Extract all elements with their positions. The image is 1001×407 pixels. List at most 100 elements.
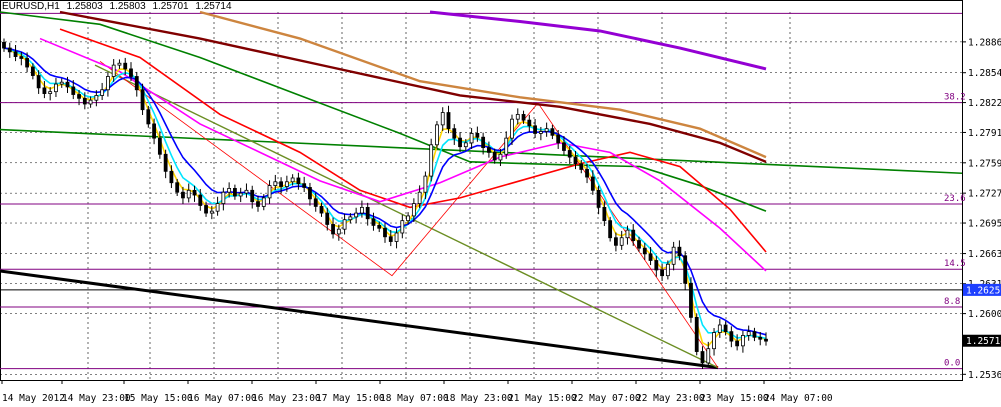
ma-yellow <box>3 47 767 347</box>
candle-body <box>694 317 699 352</box>
candle-body <box>134 76 139 91</box>
candle-body <box>515 114 520 120</box>
candle-body <box>371 218 376 226</box>
price-tick-label: 1.28540 <box>968 68 1001 79</box>
candle-body <box>146 109 151 125</box>
candle-body <box>36 75 41 89</box>
time-tick-label: 14 May 2012 <box>2 393 65 404</box>
candle-body <box>296 177 301 185</box>
candle-body <box>71 86 76 95</box>
candle-body <box>590 176 595 191</box>
candle-body <box>417 191 422 204</box>
candle-body <box>336 228 341 235</box>
candle-body <box>19 56 24 59</box>
time-tick-label: 18 May 23:00 <box>444 393 513 404</box>
time-tick-label: 22 May 07:00 <box>572 393 641 404</box>
time-tick-label: 16 May 07:00 <box>188 393 257 404</box>
candle-body <box>157 137 162 155</box>
candle-body <box>244 189 249 194</box>
chart-frame <box>0 0 963 381</box>
candle-body <box>354 212 359 218</box>
time-tick-label: 22 May 23:00 <box>636 393 705 404</box>
candle-body <box>123 62 128 70</box>
candle-body <box>700 351 705 364</box>
candle-body <box>510 118 514 139</box>
candle-body <box>729 331 734 342</box>
fib-level-label: 23.6 <box>944 194 966 204</box>
candle-body <box>140 89 145 111</box>
candle-body <box>284 181 289 187</box>
zigzag-line <box>99 60 719 368</box>
low-value: 1.25701 <box>152 1 189 12</box>
candle-body <box>279 181 283 187</box>
time-tick-label: 15 May 15:00 <box>124 393 193 404</box>
time-tick-label: 21 May 15:00 <box>508 393 577 404</box>
ma-magenta <box>39 37 767 272</box>
candle-body <box>106 76 110 91</box>
candle-body <box>504 137 509 155</box>
candle-body <box>556 134 561 144</box>
chart-grid <box>0 0 963 381</box>
candle-body <box>706 348 711 364</box>
candle-body <box>717 324 722 333</box>
candle-body <box>429 144 434 177</box>
candle-body <box>677 246 682 257</box>
candle-body <box>458 137 462 148</box>
candle-body <box>435 124 439 146</box>
candle-body <box>469 133 474 144</box>
candle-body <box>614 237 618 246</box>
candle-body <box>204 205 208 214</box>
candle-body <box>394 232 399 242</box>
candle-body <box>538 131 543 134</box>
candle-body <box>273 181 278 186</box>
candle-body <box>671 246 676 265</box>
candle-body <box>302 183 307 188</box>
candle-body <box>752 331 757 338</box>
candle-body <box>631 229 636 241</box>
price-tick-label: 1.28225 <box>968 98 1001 109</box>
candle-body <box>331 224 335 235</box>
candle-body <box>152 123 156 139</box>
candle-body <box>411 203 416 217</box>
candle-body <box>48 91 53 94</box>
candle-body <box>82 97 87 105</box>
price-tick-label: 1.25360 <box>968 370 1001 381</box>
candle-body <box>608 220 613 239</box>
candle-body <box>619 237 624 246</box>
candle-body <box>683 255 688 284</box>
candle-body <box>308 187 312 200</box>
candle-body <box>585 169 589 178</box>
candle-body <box>712 332 716 350</box>
candle-body <box>492 151 497 161</box>
price-tick-label: 1.26000 <box>968 309 1001 320</box>
candle-body <box>746 331 751 336</box>
candle-body <box>758 336 763 340</box>
candle-body <box>77 94 81 99</box>
high-value: 1.25803 <box>109 1 146 12</box>
candle-body <box>388 236 393 242</box>
current-price-label: 1.25714 <box>966 336 1001 347</box>
fib-level-label: 8.8 <box>944 297 960 307</box>
price-chart[interactable]: 38.2 23.6 14.5 8.8 0.0 1.28865 1.28540 1.28225… <box>0 0 1001 407</box>
candle-body <box>319 206 324 214</box>
candle-body <box>567 150 572 158</box>
candle-body <box>88 99 93 105</box>
symbol-label: EURUSD,H1 <box>2 1 60 12</box>
candle-body <box>181 191 185 199</box>
candle-body <box>527 119 532 127</box>
price-tick-label: 1.27590 <box>968 158 1001 169</box>
candle-body <box>30 66 35 76</box>
candle-body <box>163 153 168 172</box>
time-axis: 14 May 201214 May 23:0015 May 15:0016 Ma… <box>1 380 833 404</box>
candle-body <box>648 253 653 261</box>
candle-body <box>533 125 537 134</box>
candle-body <box>689 282 693 318</box>
candle-body <box>221 191 226 204</box>
candle-body <box>100 89 105 96</box>
time-tick-label: 23 May 15:00 <box>700 393 769 404</box>
candle-body <box>111 64 116 77</box>
candle-body <box>487 147 491 153</box>
candle-body <box>238 192 243 197</box>
candle-body <box>175 182 180 193</box>
price-tick-label: 1.27270 <box>968 189 1001 200</box>
